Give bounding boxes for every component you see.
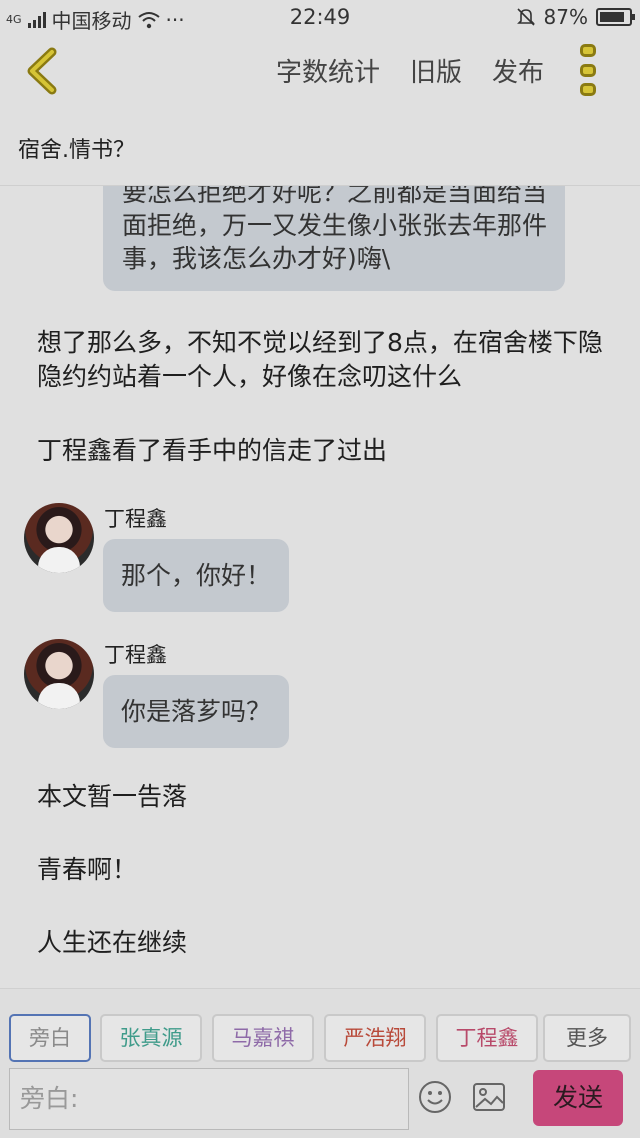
avatar[interactable] <box>24 503 94 573</box>
dialogue-bubble[interactable]: 要怎么拒绝才好呢？之前都是当面给当面拒绝，万一又发生像小张张去年那件事，我该怎么… <box>103 186 565 291</box>
character-yan-button[interactable]: 严浩翔 <box>324 1014 426 1062</box>
image-icon <box>473 1083 505 1111</box>
character-ding-button[interactable]: 丁程鑫 <box>436 1014 538 1062</box>
narration-text[interactable]: 想了那么多，不知不觉以经到了8点，在宿舍楼下隐隐约约站着一个人，好像在念叨这什么 <box>37 326 617 394</box>
smiley-icon <box>419 1081 451 1113</box>
menu-dot-icon <box>580 63 596 77</box>
speaker-name: 丁程鑫 <box>104 507 167 531</box>
composer: 旁白: 发送 <box>0 1066 640 1138</box>
image-button[interactable] <box>472 1082 506 1112</box>
narration-text[interactable]: 本文暂一告落 <box>37 780 617 814</box>
character-selector: 旁白 张真源 马嘉祺 严浩翔 丁程鑫 更多 <box>0 988 640 1066</box>
top-bar: 字数统计 旧版 发布 <box>0 34 640 110</box>
menu-dot-icon <box>580 83 596 96</box>
avatar[interactable] <box>24 639 94 709</box>
send-button[interactable]: 发送 <box>533 1070 623 1126</box>
status-bar: 4G 中国移动 ··· 22:49 87% <box>0 0 640 34</box>
narration-text[interactable]: 人生还在继续 <box>37 926 617 960</box>
message-input[interactable]: 旁白: <box>9 1068 409 1130</box>
battery-percent: 87% <box>543 5 588 29</box>
bell-muted-icon <box>516 8 535 26</box>
story-content[interactable]: 要怎么拒绝才好呢？之前都是当面给当面拒绝，万一又发生像小张张去年那件事，我该怎么… <box>0 186 640 988</box>
narration-text[interactable]: 丁程鑫看了看手中的信走了过出 <box>37 434 617 468</box>
old-version-button[interactable]: 旧版 <box>410 52 462 89</box>
battery-icon <box>596 8 635 26</box>
back-button[interactable] <box>20 46 64 96</box>
more-characters-button[interactable]: 更多 <box>543 1014 631 1062</box>
character-ma-button[interactable]: 马嘉祺 <box>212 1014 314 1062</box>
chevron-left-icon <box>27 47 57 95</box>
dialogue-bubble[interactable]: 那个，你好！ <box>103 539 290 612</box>
character-zhang-button[interactable]: 张真源 <box>100 1014 202 1062</box>
more-menu-button[interactable] <box>580 44 602 96</box>
speaker-name: 丁程鑫 <box>104 643 167 667</box>
publish-button[interactable]: 发布 <box>492 52 544 89</box>
narration-text[interactable]: 青春啊！ <box>37 853 617 887</box>
character-narrator-button[interactable]: 旁白 <box>9 1014 91 1062</box>
dialogue-message: 丁程鑫 你是落芗吗？ <box>24 639 624 749</box>
emoji-button[interactable] <box>418 1080 452 1114</box>
word-count-button[interactable]: 字数统计 <box>276 52 380 89</box>
dialogue-message: 丁程鑫 那个，你好！ <box>24 503 624 613</box>
menu-dot-icon <box>580 44 596 57</box>
battery-fill <box>600 12 624 22</box>
dialogue-bubble[interactable]: 你是落芗吗？ <box>103 675 290 748</box>
story-title[interactable]: 宿舍.情书？ <box>0 110 640 186</box>
